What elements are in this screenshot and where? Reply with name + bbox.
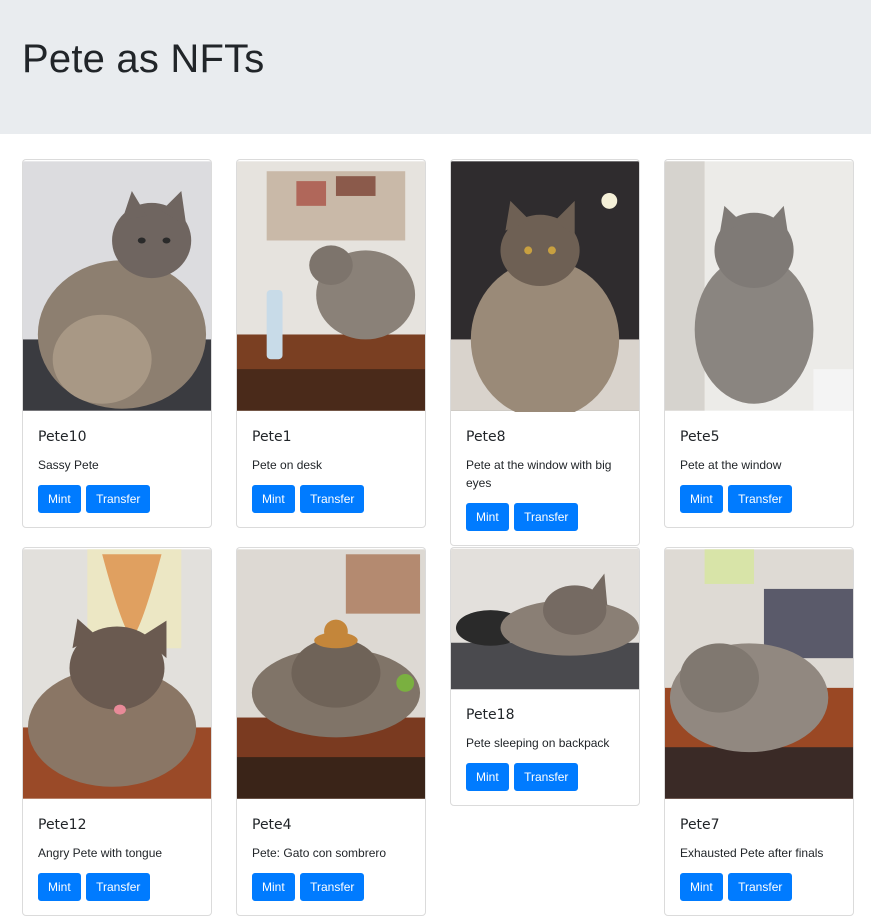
card-title: Pete5: [680, 429, 720, 445]
card-description: Pete sleeping on backpack: [466, 736, 610, 750]
cat-photo: [23, 549, 211, 799]
nft-card: Pete1 Pete on desk Mint Transfer: [236, 159, 426, 528]
card-description: Pete at the window: [680, 458, 782, 472]
card-title: Pete1: [252, 429, 292, 445]
cat-photo: [451, 548, 639, 690]
nft-card: Pete12 Angry Pete with tongue Mint Trans…: [22, 547, 212, 916]
card-title: Pete8: [466, 429, 506, 445]
nft-card: Pete18 Pete sleeping on backpack Mint Tr…: [450, 547, 640, 806]
card-title: Pete18: [466, 707, 515, 723]
mint-button[interactable]: Mint: [38, 485, 81, 513]
card-description: Pete at the window with big eyes: [466, 458, 612, 490]
transfer-button[interactable]: Transfer: [86, 485, 151, 513]
cat-photo: [451, 161, 639, 412]
card-title: Pete7: [680, 817, 720, 833]
transfer-button[interactable]: Transfer: [300, 485, 365, 513]
mint-button[interactable]: Mint: [252, 485, 295, 513]
cat-photo: [665, 549, 853, 799]
card-title: Pete12: [38, 817, 87, 833]
card-description: Sassy Pete: [38, 458, 99, 472]
mint-button[interactable]: Mint: [466, 763, 509, 791]
jumbotron-header: Pete as NFTs: [0, 0, 871, 134]
mint-button[interactable]: Mint: [252, 873, 295, 901]
nft-card: Pete4 Pete: Gato con sombrero Mint Trans…: [236, 547, 426, 916]
card-description: Angry Pete with tongue: [38, 846, 163, 860]
cat-photo: [23, 161, 211, 411]
transfer-button[interactable]: Transfer: [728, 485, 793, 513]
card-title: Pete4: [252, 817, 292, 833]
cat-photo: [237, 549, 425, 799]
card-description: Pete on desk: [252, 458, 323, 472]
transfer-button[interactable]: Transfer: [514, 503, 579, 531]
nft-card: Pete7 Exhausted Pete after finals Mint T…: [664, 547, 854, 916]
mint-button[interactable]: Mint: [680, 873, 723, 901]
mint-button[interactable]: Mint: [680, 485, 723, 513]
nft-card: Pete8 Pete at the window with big eyes M…: [450, 159, 640, 546]
mint-button[interactable]: Mint: [38, 873, 81, 901]
transfer-button[interactable]: Transfer: [300, 873, 365, 901]
cat-photo: [665, 161, 853, 411]
mint-button[interactable]: Mint: [466, 503, 509, 531]
transfer-button[interactable]: Transfer: [86, 873, 151, 901]
page-title: Pete as NFTs: [22, 37, 265, 81]
nft-card: Pete10 Sassy Pete Mint Transfer: [22, 159, 212, 528]
transfer-button[interactable]: Transfer: [514, 763, 579, 791]
cat-photo: [237, 161, 425, 411]
card-description: Pete: Gato con sombrero: [252, 846, 387, 860]
card-title: Pete10: [38, 429, 87, 445]
card-description: Exhausted Pete after finals: [680, 846, 824, 860]
nft-card: Pete5 Pete at the window Mint Transfer: [664, 159, 854, 528]
transfer-button[interactable]: Transfer: [728, 873, 793, 901]
